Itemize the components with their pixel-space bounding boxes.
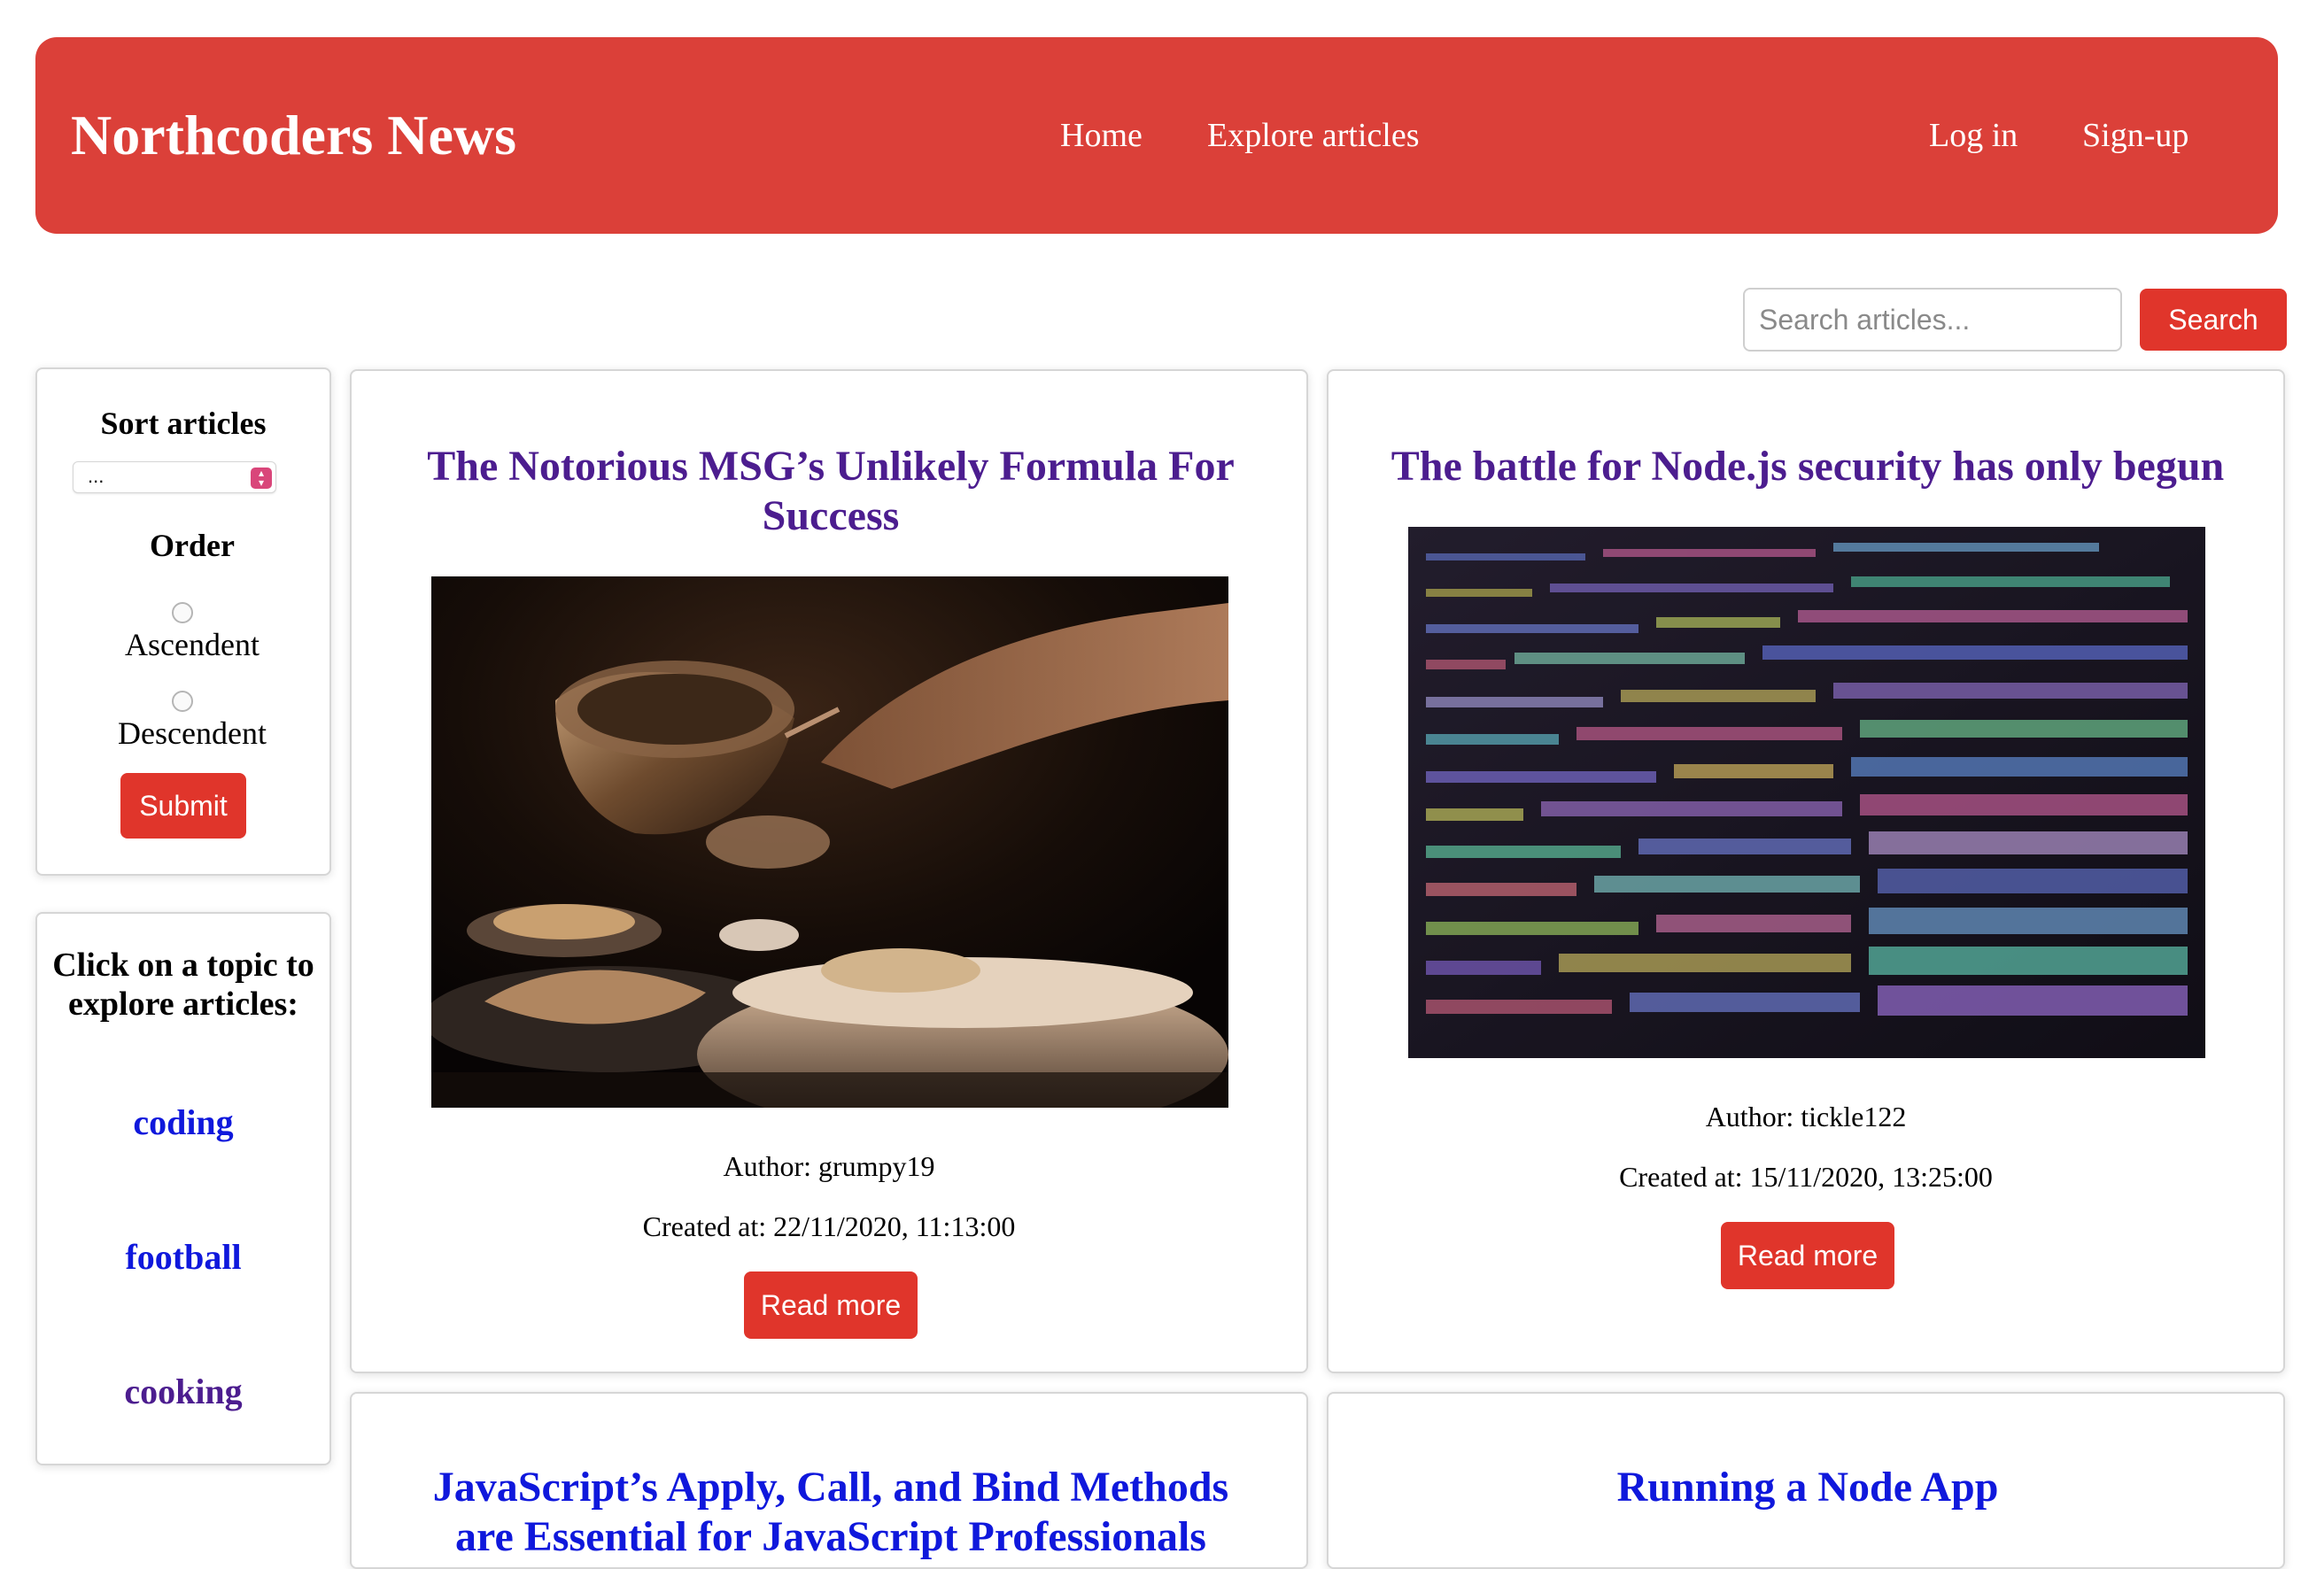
topic-link-football[interactable]: football <box>37 1236 329 1278</box>
article-card: The battle for Node.js security has only… <box>1327 369 2285 1373</box>
read-more-button[interactable]: Read more <box>1721 1222 1894 1289</box>
submit-button[interactable]: Submit <box>120 773 246 839</box>
ascendent-radio[interactable] <box>172 602 193 623</box>
article-author: Author: tickle122 <box>1705 1101 1907 1132</box>
article-title[interactable]: The battle for Node.js security has only… <box>1382 442 2234 491</box>
select-arrows-icon: ▴ ▾ <box>251 468 272 489</box>
order-title: Order <box>150 528 235 563</box>
code-screen-photo <box>1408 527 2205 1058</box>
topic-link-coding[interactable]: coding <box>37 1101 329 1143</box>
sort-panel: Sort articles ... ▴ ▾ Order Ascendent Des… <box>35 367 331 876</box>
search-input[interactable] <box>1743 288 2122 352</box>
article-card: JavaScript’s Apply, Call, and Bind Metho… <box>350 1392 1308 1569</box>
nav-login-link[interactable]: Log in <box>1929 37 2018 234</box>
article-created: Created at: 15/11/2020, 13:25:00 <box>1619 1161 1993 1193</box>
article-image <box>1408 527 2205 1058</box>
site-header: Northcoders News Home Explore articles L… <box>35 37 2278 234</box>
nav-signup-link[interactable]: Sign-up <box>2082 37 2188 234</box>
sort-select[interactable]: ... ▴ ▾ <box>73 461 276 493</box>
descendent-radio[interactable] <box>172 691 193 712</box>
article-card: The Notorious MSG’s Unlikely Formula For… <box>350 369 1308 1373</box>
ascendent-label: Ascendent <box>125 627 260 662</box>
sort-title: Sort articles <box>100 406 267 441</box>
topics-panel: Click on a topic to explore articles: co… <box>35 912 331 1465</box>
article-title[interactable]: JavaScript’s Apply, Call, and Bind Metho… <box>405 1463 1257 1562</box>
article-created: Created at: 22/11/2020, 11:13:00 <box>642 1210 1016 1242</box>
article-title[interactable]: Running a Node App <box>1382 1463 2234 1512</box>
article-title[interactable]: The Notorious MSG’s Unlikely Formula For… <box>405 442 1257 541</box>
search-button[interactable]: Search <box>2140 289 2287 351</box>
nav-home-link[interactable]: Home <box>1060 37 1143 234</box>
sort-select-value: ... <box>88 465 105 487</box>
read-more-button[interactable]: Read more <box>744 1271 918 1339</box>
nav-explore-link[interactable]: Explore articles <box>1207 37 1420 234</box>
cooking-photo <box>431 576 1228 1108</box>
article-author: Author: grumpy19 <box>723 1150 935 1182</box>
topics-title: Click on a topic to explore articles: <box>52 947 314 1023</box>
article-image <box>431 576 1228 1108</box>
site-title[interactable]: Northcoders News <box>71 37 516 234</box>
article-card: Running a Node App <box>1327 1392 2285 1569</box>
descendent-label: Descendent <box>118 715 267 751</box>
topic-link-cooking[interactable]: cooking <box>37 1371 329 1412</box>
